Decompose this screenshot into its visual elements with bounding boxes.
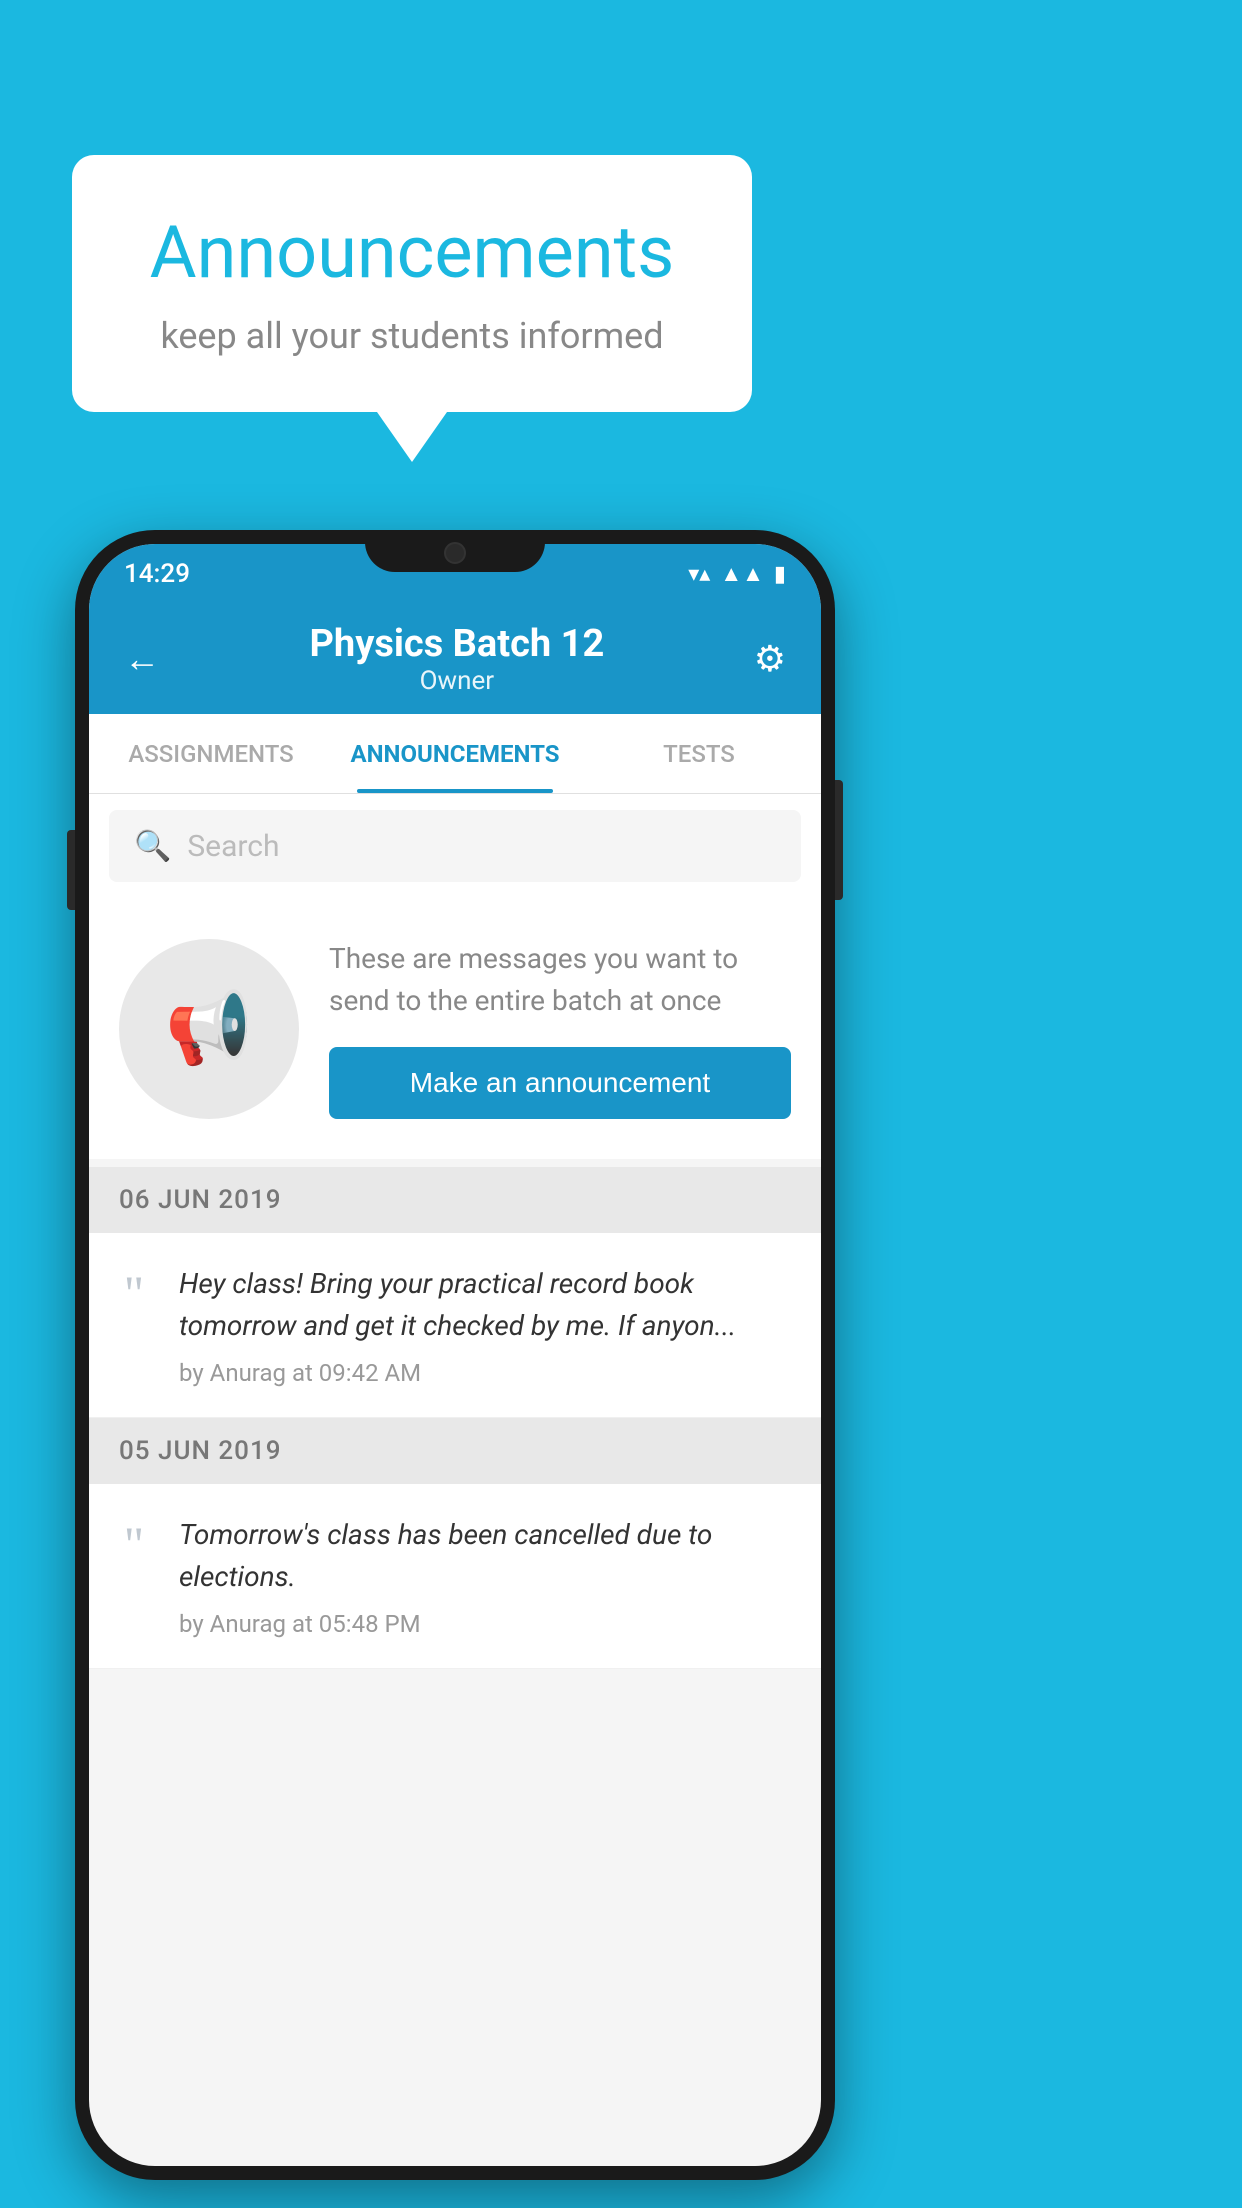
speech-bubble-subtitle: keep all your students informed bbox=[132, 315, 692, 357]
phone-container: 14:29 ▾▴ ▲▲ ▮ ← Physics Batch 12 Owner ⚙… bbox=[75, 530, 835, 2180]
phone-power-button bbox=[835, 780, 843, 900]
quote-icon-2: " bbox=[109, 1519, 159, 1569]
announcement-content-2: Tomorrow's class has been cancelled due … bbox=[179, 1514, 791, 1638]
status-icons: ▾▴ ▲▲ ▮ bbox=[688, 561, 786, 587]
tab-announcements[interactable]: ANNOUNCEMENTS bbox=[333, 714, 577, 793]
announcement-item-1[interactable]: " Hey class! Bring your practical record… bbox=[89, 1233, 821, 1418]
signal-icon: ▲▲ bbox=[720, 561, 764, 587]
announcement-promo: 📢 These are messages you want to send to… bbox=[89, 898, 821, 1159]
announcement-text-2: Tomorrow's class has been cancelled due … bbox=[179, 1514, 791, 1598]
phone-outer: 14:29 ▾▴ ▲▲ ▮ ← Physics Batch 12 Owner ⚙… bbox=[75, 530, 835, 2180]
megaphone-icon: 📢 bbox=[165, 988, 252, 1070]
phone-screen: 14:29 ▾▴ ▲▲ ▮ ← Physics Batch 12 Owner ⚙… bbox=[89, 544, 821, 2166]
quote-icon-1: " bbox=[109, 1268, 159, 1318]
header-title: Physics Batch 12 bbox=[309, 622, 604, 666]
back-button[interactable]: ← bbox=[124, 638, 160, 680]
search-bar[interactable]: 🔍 Search bbox=[109, 810, 801, 882]
speech-bubble: Announcements keep all your students inf… bbox=[72, 155, 752, 412]
phone-camera bbox=[444, 542, 466, 564]
tabs-bar: ASSIGNMENTS ANNOUNCEMENTS TESTS bbox=[89, 714, 821, 794]
announcement-item-2[interactable]: " Tomorrow's class has been cancelled du… bbox=[89, 1484, 821, 1669]
battery-icon: ▮ bbox=[774, 562, 786, 587]
promo-icon-circle: 📢 bbox=[119, 939, 299, 1119]
speech-bubble-title: Announcements bbox=[132, 210, 692, 295]
header-subtitle: Owner bbox=[309, 666, 604, 696]
header-center: Physics Batch 12 Owner bbox=[309, 622, 604, 696]
speech-bubble-arrow bbox=[377, 412, 447, 462]
promo-description: These are messages you want to send to t… bbox=[329, 938, 791, 1022]
status-time: 14:29 bbox=[124, 559, 190, 589]
phone-notch bbox=[365, 530, 545, 572]
content-area: 🔍 Search 📢 These are messages you want t… bbox=[89, 794, 821, 1669]
date-header-1: 06 JUN 2019 bbox=[89, 1167, 821, 1233]
speech-bubble-container: Announcements keep all your students inf… bbox=[72, 155, 752, 462]
announcement-meta-1: by Anurag at 09:42 AM bbox=[179, 1359, 791, 1387]
promo-right: These are messages you want to send to t… bbox=[329, 938, 791, 1119]
search-placeholder: Search bbox=[187, 829, 279, 864]
announcement-content-1: Hey class! Bring your practical record b… bbox=[179, 1263, 791, 1387]
make-announcement-button[interactable]: Make an announcement bbox=[329, 1047, 791, 1119]
phone-volume-button bbox=[67, 830, 75, 910]
wifi-icon: ▾▴ bbox=[688, 562, 710, 587]
tab-tests[interactable]: TESTS bbox=[577, 714, 821, 793]
date-header-2: 05 JUN 2019 bbox=[89, 1418, 821, 1484]
announcement-text-1: Hey class! Bring your practical record b… bbox=[179, 1263, 791, 1347]
search-container: 🔍 Search bbox=[89, 794, 821, 898]
app-header: ← Physics Batch 12 Owner ⚙ bbox=[89, 604, 821, 714]
search-icon: 🔍 bbox=[134, 829, 171, 864]
announcement-meta-2: by Anurag at 05:48 PM bbox=[179, 1610, 791, 1638]
settings-icon[interactable]: ⚙ bbox=[754, 638, 786, 680]
tab-assignments[interactable]: ASSIGNMENTS bbox=[89, 714, 333, 793]
